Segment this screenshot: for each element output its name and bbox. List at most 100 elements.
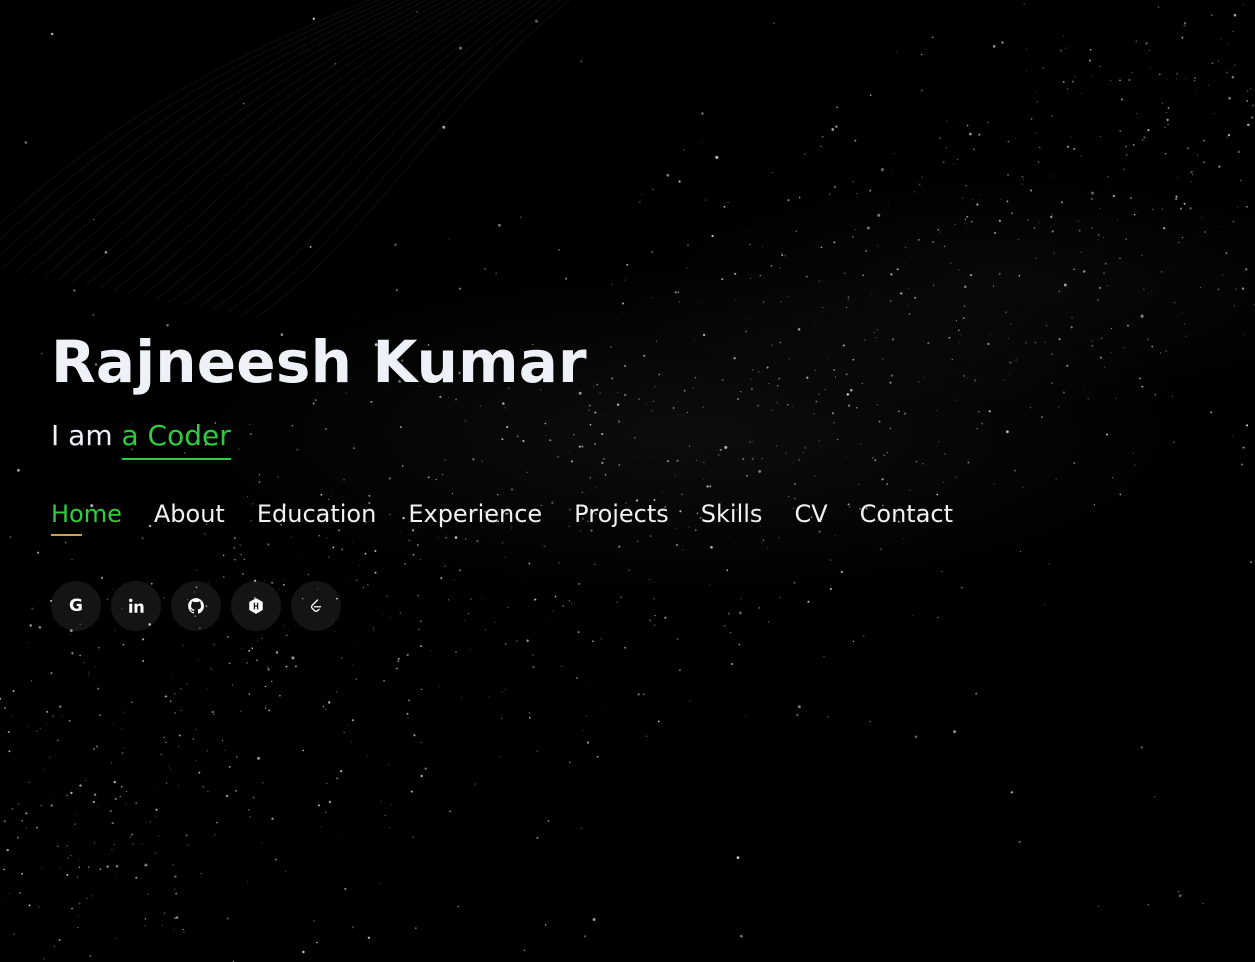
star xyxy=(228,766,231,768)
star xyxy=(1132,322,1133,324)
star xyxy=(1088,59,1092,62)
star xyxy=(1210,14,1213,17)
star xyxy=(240,787,241,789)
linkedin-link[interactable] xyxy=(111,581,161,631)
star xyxy=(1240,463,1243,466)
star xyxy=(444,565,446,567)
star xyxy=(1100,337,1103,340)
google-link[interactable]: G xyxy=(51,581,101,631)
star xyxy=(752,441,754,443)
star xyxy=(62,715,63,717)
star xyxy=(111,822,114,825)
leetcode-link[interactable] xyxy=(291,581,341,631)
star xyxy=(1232,30,1234,32)
star xyxy=(144,863,148,867)
star xyxy=(896,268,899,271)
star xyxy=(1202,902,1204,905)
star xyxy=(86,897,88,899)
star xyxy=(1242,446,1245,449)
star xyxy=(878,420,881,423)
star xyxy=(25,827,27,829)
star xyxy=(966,377,969,379)
star xyxy=(1027,219,1029,221)
nav-cv[interactable]: CV xyxy=(794,496,827,532)
star xyxy=(705,199,707,201)
star xyxy=(963,305,966,307)
star xyxy=(1067,88,1069,90)
star xyxy=(28,781,30,783)
star xyxy=(896,52,897,54)
star xyxy=(1039,146,1041,149)
star xyxy=(570,460,573,463)
star xyxy=(1132,144,1135,146)
star xyxy=(374,571,377,574)
star xyxy=(676,638,679,640)
star xyxy=(243,558,246,561)
star xyxy=(710,545,713,549)
star xyxy=(695,377,697,379)
star xyxy=(762,246,764,247)
star xyxy=(1021,486,1024,489)
star xyxy=(569,696,570,698)
star xyxy=(1109,79,1112,82)
star xyxy=(408,539,411,542)
star xyxy=(334,63,336,65)
star xyxy=(356,640,357,641)
nav-home[interactable]: Home xyxy=(51,496,122,536)
github-link[interactable] xyxy=(171,581,221,631)
star xyxy=(322,705,325,708)
star xyxy=(638,398,641,401)
nav-skills[interactable]: Skills xyxy=(701,496,763,532)
star xyxy=(412,553,415,556)
star xyxy=(583,730,584,732)
nav-contact[interactable]: Contact xyxy=(860,496,953,532)
star xyxy=(396,667,398,670)
hackerrank-link[interactable] xyxy=(231,581,281,631)
nav-projects[interactable]: Projects xyxy=(574,496,669,532)
star xyxy=(761,542,762,544)
star xyxy=(978,133,981,136)
star xyxy=(956,158,959,161)
star xyxy=(53,945,55,947)
star xyxy=(889,427,892,430)
star xyxy=(1097,239,1099,241)
star xyxy=(1208,84,1210,86)
star xyxy=(1159,352,1161,354)
nav-about[interactable]: About xyxy=(154,496,225,532)
star xyxy=(68,719,71,722)
star xyxy=(938,137,941,140)
star xyxy=(1164,152,1167,155)
star xyxy=(719,448,722,452)
star xyxy=(1151,363,1153,364)
nav-education[interactable]: Education xyxy=(257,496,376,532)
star xyxy=(351,315,353,317)
wave-line xyxy=(99,0,467,289)
star xyxy=(1128,79,1131,81)
star xyxy=(734,272,737,276)
star xyxy=(1147,338,1150,341)
nav-experience[interactable]: Experience xyxy=(408,496,542,532)
star xyxy=(1034,132,1037,134)
star xyxy=(742,458,745,460)
star xyxy=(767,621,770,623)
star xyxy=(438,685,440,688)
main-nav: Home About Education Experience Projects… xyxy=(51,496,985,536)
star xyxy=(1149,66,1151,68)
star xyxy=(981,295,983,297)
star xyxy=(200,873,202,875)
star xyxy=(715,155,719,159)
star xyxy=(239,544,242,546)
star xyxy=(709,584,711,586)
star xyxy=(749,277,751,279)
star xyxy=(890,374,894,377)
star xyxy=(676,459,679,462)
star xyxy=(846,393,850,396)
star xyxy=(388,764,390,766)
star xyxy=(526,806,528,808)
star xyxy=(1097,905,1099,907)
star xyxy=(399,612,402,614)
star xyxy=(395,668,397,669)
star xyxy=(1070,326,1073,329)
star xyxy=(1132,452,1134,454)
star xyxy=(355,678,357,680)
